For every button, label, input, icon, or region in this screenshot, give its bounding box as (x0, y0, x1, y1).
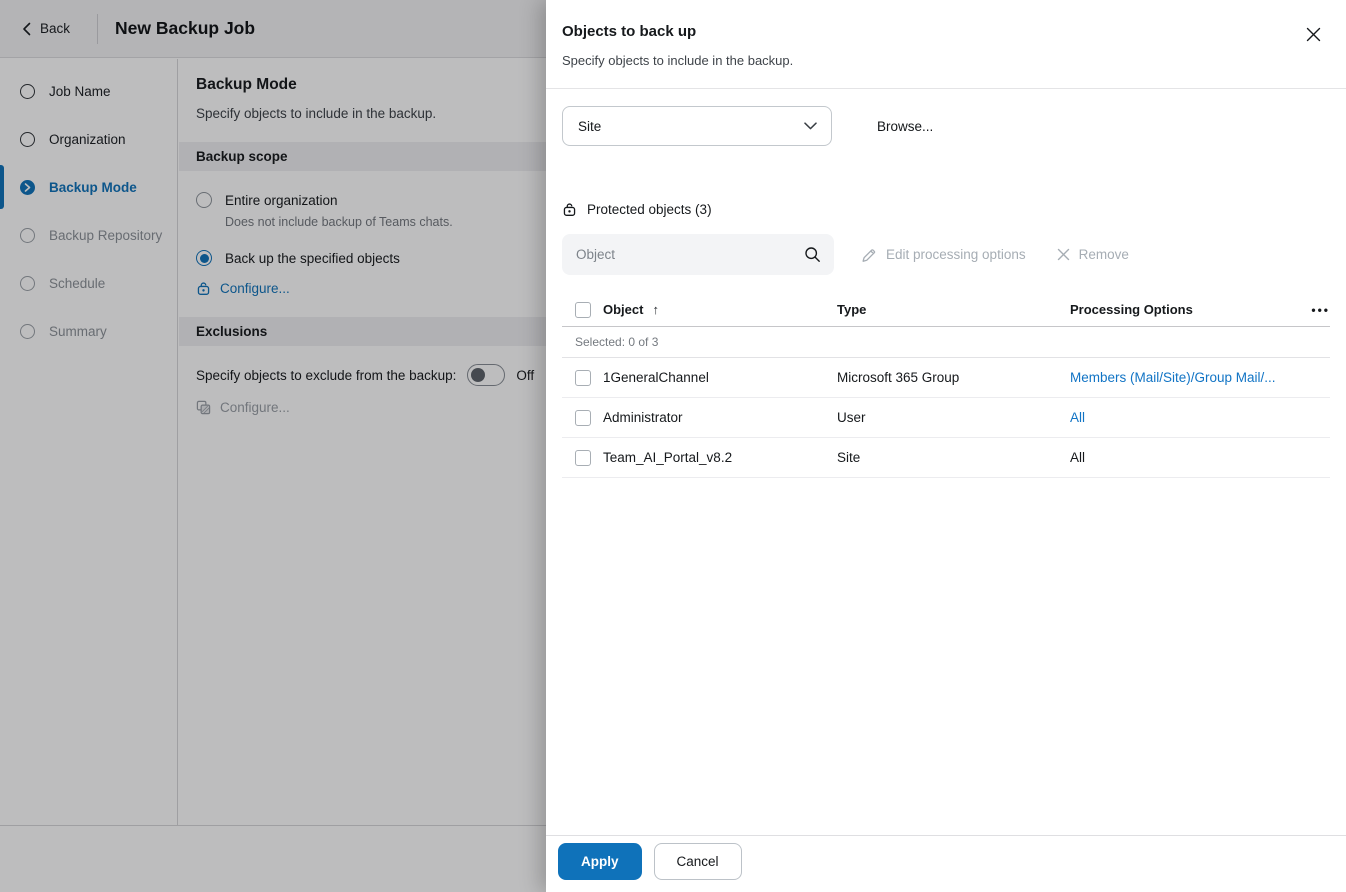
column-object: Object (603, 302, 643, 317)
object-type: Site (837, 450, 1070, 465)
protected-objects-heading: Protected objects (3) (562, 202, 1330, 217)
pencil-icon (861, 247, 877, 263)
object-type-select[interactable]: Site (562, 106, 832, 146)
column-type: Type (837, 302, 1070, 317)
processing-options-link[interactable]: Members (Mail/Site)/Group Mail/... (1070, 370, 1304, 385)
panel-body: Site Browse... Protected objects (3) (546, 89, 1346, 835)
panel-footer: Apply Cancel (546, 835, 1346, 892)
table-header-row: Object ↑ Type Processing Options ••• (562, 293, 1330, 327)
remove-button[interactable]: Remove (1057, 247, 1129, 262)
row-checkbox[interactable] (575, 370, 591, 386)
column-settings-icon[interactable]: ••• (1311, 303, 1330, 317)
object-type: Microsoft 365 Group (837, 370, 1070, 385)
chevron-down-icon (804, 122, 817, 130)
row-checkbox[interactable] (575, 450, 591, 466)
panel-subtitle: Specify objects to include in the backup… (562, 53, 1322, 68)
search-icon[interactable] (804, 246, 821, 263)
object-search[interactable] (562, 234, 834, 275)
objects-toolbar: Edit processing options Remove (562, 234, 1330, 275)
select-all-checkbox[interactable] (575, 302, 591, 318)
remove-x-icon (1057, 248, 1070, 261)
sort-ascending-icon[interactable]: ↑ (652, 302, 659, 317)
browse-button[interactable]: Browse... (877, 119, 933, 134)
selection-summary: Selected: 0 of 3 (562, 327, 1330, 358)
object-name: Team_AI_Portal_v8.2 (603, 450, 837, 465)
lock-icon (562, 202, 577, 217)
object-type: User (837, 410, 1070, 425)
object-name: 1GeneralChannel (603, 370, 837, 385)
panel-header: Objects to back up Specify objects to in… (546, 0, 1346, 89)
column-processing-options: Processing Options (1070, 302, 1304, 317)
table-row[interactable]: Administrator User All (562, 398, 1330, 438)
edit-processing-options-button[interactable]: Edit processing options (861, 247, 1026, 263)
edit-processing-options-label: Edit processing options (886, 247, 1026, 262)
processing-options-value: All (1070, 450, 1304, 465)
table-row[interactable]: 1GeneralChannel Microsoft 365 Group Memb… (562, 358, 1330, 398)
search-input[interactable] (576, 247, 804, 262)
remove-label: Remove (1079, 247, 1129, 262)
panel-title: Objects to back up (562, 23, 1322, 40)
table-row[interactable]: Team_AI_Portal_v8.2 Site All (562, 438, 1330, 478)
object-name: Administrator (603, 410, 837, 425)
close-icon[interactable] (1304, 25, 1322, 43)
object-type-value: Site (578, 119, 601, 134)
protected-objects-table: Object ↑ Type Processing Options ••• Sel… (562, 293, 1330, 478)
apply-button[interactable]: Apply (558, 843, 642, 880)
objects-to-back-up-panel: Objects to back up Specify objects to in… (546, 0, 1346, 892)
cancel-button[interactable]: Cancel (654, 843, 742, 880)
processing-options-link[interactable]: All (1070, 410, 1304, 425)
row-checkbox[interactable] (575, 410, 591, 426)
protected-objects-label: Protected objects (3) (587, 202, 712, 217)
